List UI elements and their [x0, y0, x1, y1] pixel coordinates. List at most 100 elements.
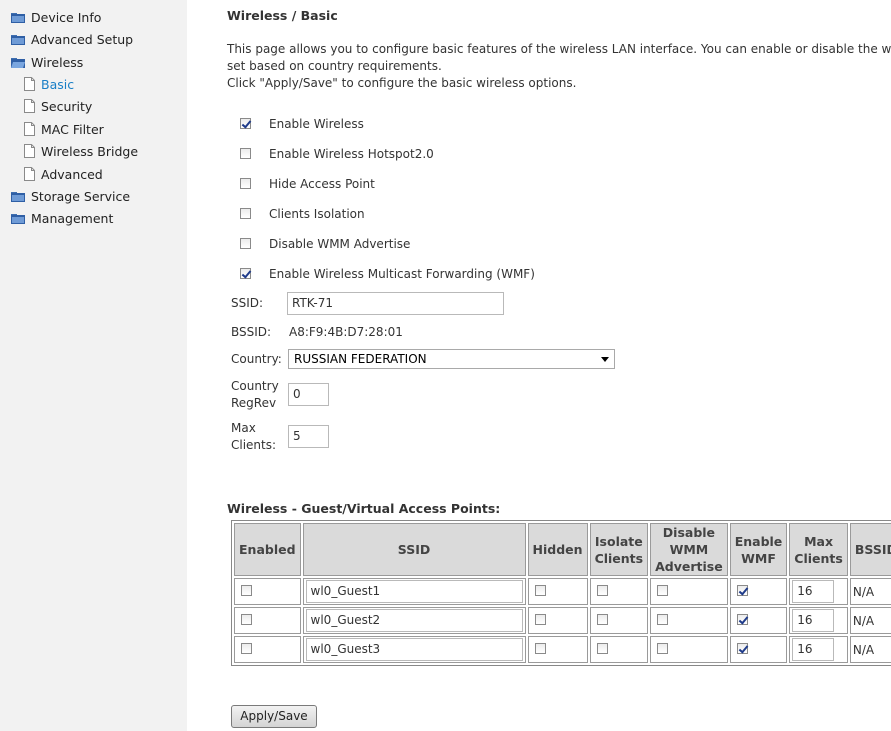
folder-icon [11, 213, 25, 224]
sidebar-item-management[interactable]: Management [11, 209, 113, 229]
guest-wmf-checkbox[interactable] [736, 584, 748, 596]
sidebar-item-label: Basic [41, 77, 75, 92]
sidebar-item-label: Wireless [31, 55, 84, 70]
sidebar-item-label: Device Info [31, 10, 102, 25]
sidebar: Device Info Advanced Setup Wireless Basi… [0, 0, 187, 731]
sidebar-item-label: Security [41, 99, 93, 114]
option-label: Enable Wireless Multicast Forwarding (WM… [269, 267, 535, 281]
ssid-label: SSID: [231, 296, 264, 310]
apply-save-button[interactable]: Apply/Save [231, 705, 317, 728]
dropdown-arrow-icon [601, 357, 609, 362]
cell-ssid: wl0_Guest3 [302, 636, 526, 663]
guest-hidden-checkbox[interactable] [534, 584, 546, 596]
header-text: Max [804, 533, 834, 549]
cell-ssid: wl0_Guest1 [302, 578, 526, 605]
regrev-input[interactable]: 0 [288, 383, 329, 406]
enable-wmf-checkbox[interactable] [240, 268, 251, 279]
folder-icon [11, 191, 25, 202]
page-title: Wireless / Basic [227, 8, 338, 23]
cell-wmm [650, 578, 728, 605]
table-row: wl0_Guest2 16 N/A [234, 607, 891, 634]
sidebar-item-label: Advanced [41, 167, 103, 182]
guest-wmf-checkbox[interactable] [736, 613, 748, 625]
guest-wmm-checkbox[interactable] [657, 613, 669, 625]
sidebar-item-security[interactable]: Security [24, 97, 92, 117]
regrev-label-line-2: RegRev [231, 396, 277, 410]
page-icon [24, 77, 35, 91]
folder-icon [11, 34, 25, 45]
maxclients-input[interactable]: 5 [288, 425, 329, 448]
cell-enabled [234, 578, 301, 605]
cell-wmf [729, 578, 788, 605]
guest-enabled-checkbox[interactable] [241, 642, 252, 654]
guest-isolate-checkbox[interactable] [596, 642, 608, 654]
option-label: Clients Isolation [269, 207, 365, 221]
guest-hidden-checkbox[interactable] [534, 613, 546, 625]
page-icon [24, 144, 35, 158]
sidebar-item-label: Management [31, 211, 114, 226]
sidebar-item-wireless-bridge[interactable]: Wireless Bridge [24, 142, 138, 162]
maxclients-label-line-2: Clients: [231, 438, 277, 452]
sidebar-item-advanced-setup[interactable]: Advanced Setup [11, 30, 133, 50]
header-isolate-clients: Isolate Clients [589, 523, 649, 576]
header-max-clients: Max Clients [789, 523, 848, 576]
header-text: Isolate [594, 533, 643, 549]
page-icon [24, 99, 35, 113]
guest-enabled-checkbox[interactable] [241, 584, 252, 596]
guest-isolate-checkbox[interactable] [596, 613, 608, 625]
cell-bssid: N/A [849, 578, 891, 605]
sidebar-item-basic[interactable]: Basic [24, 75, 74, 95]
table-row: wl0_Guest3 16 N/A [234, 636, 891, 663]
guest-max-clients-input[interactable]: 16 [792, 638, 835, 661]
guest-wmm-checkbox[interactable] [657, 642, 669, 654]
cell-isolate [589, 578, 649, 605]
guest-ssid-input[interactable]: wl0_Guest1 [305, 580, 523, 603]
table-header-row: Enabled SSID Hidden Isolate Clients Disab… [234, 523, 891, 576]
sidebar-item-label: Wireless Bridge [41, 144, 139, 159]
guest-wmm-checkbox[interactable] [657, 584, 669, 596]
hide-ap-checkbox[interactable] [240, 178, 251, 189]
ssid-input[interactable]: RTK-71 [287, 292, 504, 315]
page-description-line-3: Click "Apply/Save" to configure the basi… [227, 76, 577, 90]
page-icon [24, 122, 35, 136]
header-text: Disable [662, 525, 716, 540]
cell-wmm [650, 607, 728, 634]
header-ssid: SSID [302, 523, 526, 576]
sidebar-item-mac-filter[interactable]: MAC Filter [24, 120, 104, 140]
sidebar-item-device-info[interactable]: Device Info [11, 8, 101, 28]
header-text: Advertise [655, 559, 723, 574]
header-text: Enable [734, 533, 783, 549]
guest-isolate-checkbox[interactable] [596, 584, 608, 596]
enable-wireless-checkbox[interactable] [240, 118, 251, 129]
sidebar-item-storage-service[interactable]: Storage Service [11, 187, 130, 207]
enable-hotspot-checkbox[interactable] [240, 148, 251, 159]
guest-max-clients-input[interactable]: 16 [792, 609, 835, 632]
guest-wmf-checkbox[interactable] [736, 642, 748, 654]
guest-max-clients-input[interactable]: 16 [792, 580, 835, 603]
sidebar-item-wireless[interactable]: Wireless [11, 53, 83, 73]
sidebar-item-advanced[interactable]: Advanced [24, 165, 103, 185]
country-select[interactable]: RUSSIAN FEDERATION [288, 349, 615, 369]
cell-max-clients: 16 [789, 636, 848, 663]
cell-isolate [589, 636, 649, 663]
clients-isolation-checkbox[interactable] [240, 208, 251, 219]
guest-ssid-input[interactable]: wl0_Guest3 [305, 638, 523, 661]
folder-open-icon [11, 57, 25, 68]
sidebar-item-label: Storage Service [31, 189, 131, 204]
option-label: Enable Wireless [269, 117, 364, 131]
guest-ssid-input[interactable]: wl0_Guest2 [305, 609, 523, 632]
sidebar-item-label: Advanced Setup [31, 32, 134, 47]
header-text: Clients [594, 550, 644, 566]
header-bssid: BSSID [849, 523, 891, 576]
guest-ap-table: Enabled SSID Hidden Isolate Clients Disab… [231, 520, 891, 666]
guest-hidden-checkbox[interactable] [534, 642, 546, 654]
cell-enabled [234, 636, 301, 663]
guest-enabled-checkbox[interactable] [241, 613, 252, 625]
header-enabled: Enabled [234, 523, 301, 576]
cell-wmf [729, 607, 788, 634]
option-label: Disable WMM Advertise [269, 237, 411, 251]
disable-wmm-checkbox[interactable] [240, 238, 251, 249]
bssid-value: A8:F9:4B:D7:28:01 [289, 325, 403, 339]
cell-bssid: N/A [849, 607, 891, 634]
cell-hidden [527, 636, 588, 663]
